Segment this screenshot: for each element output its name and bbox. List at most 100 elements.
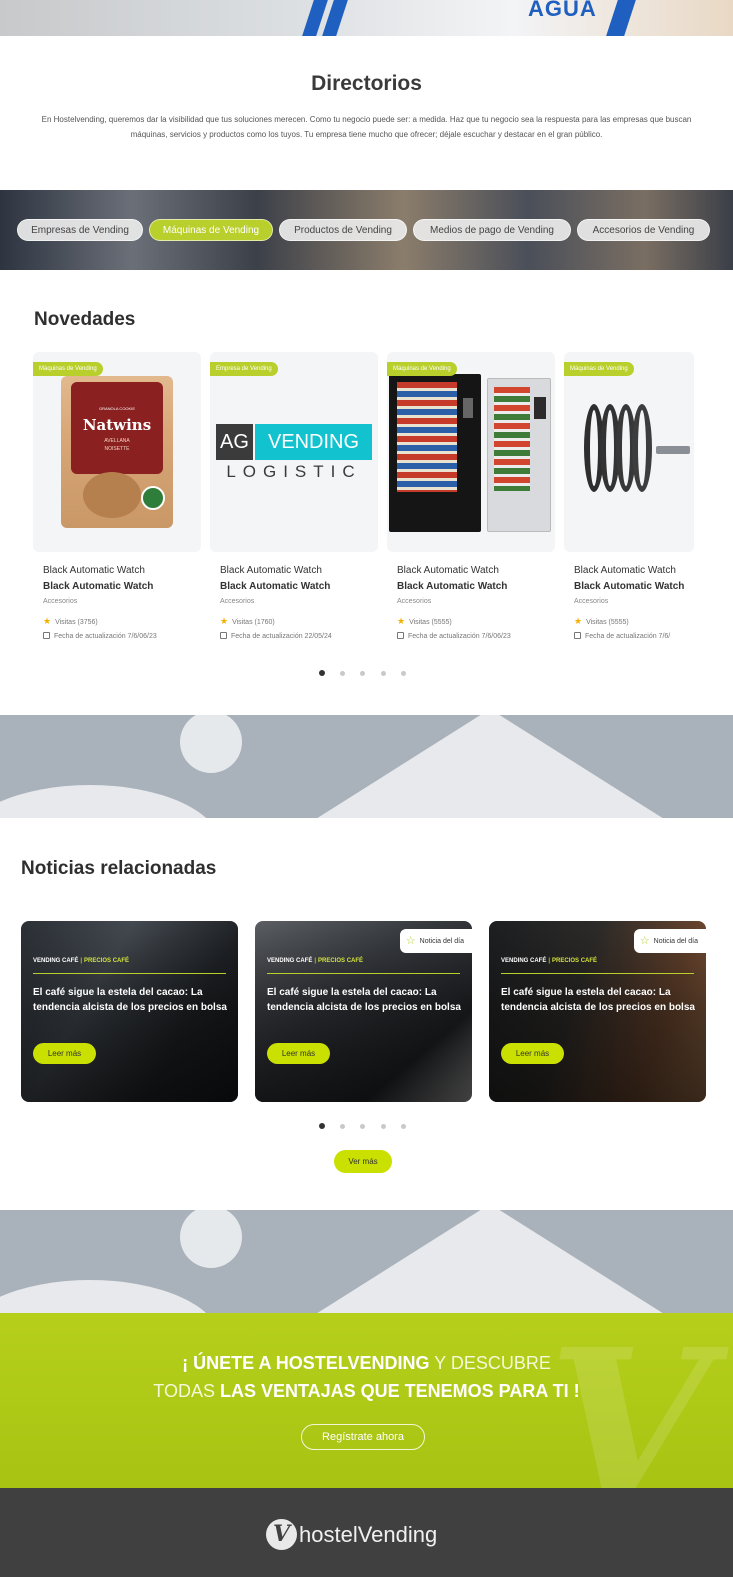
footer-logo[interactable]: VhostelVending xyxy=(266,1519,437,1553)
product-category: Accesorios xyxy=(220,598,255,605)
ver-mas-button[interactable]: Ver más xyxy=(334,1150,392,1173)
read-more-button[interactable]: Leer más xyxy=(33,1043,96,1064)
pagination-dot[interactable] xyxy=(401,1124,406,1129)
directorios-description: En Hostelvending, queremos dar la visibi… xyxy=(41,115,692,139)
natwins-brand: Natwins xyxy=(82,416,152,434)
star-icon: ★ xyxy=(397,616,406,626)
product-date: Fecha de actualización 7/6/ xyxy=(574,632,670,640)
register-button[interactable]: Regístrate ahora xyxy=(301,1424,425,1450)
noticias-pagination xyxy=(319,1123,419,1132)
pagination-dot[interactable] xyxy=(401,671,406,676)
day-badge-text: Noticia del día xyxy=(419,938,464,945)
calendar-icon xyxy=(43,632,50,639)
news-day-badge: ☆ Noticia del día xyxy=(399,929,472,953)
cta-line-1: ¡ ÚNETE A HOSTELVENDING Y DESCUBRE xyxy=(0,1353,733,1374)
product-card[interactable]: Máquinas de Vending Black Automatic Watc… xyxy=(387,352,555,647)
product-card[interactable]: Máquinas de Vending GRANOLA COOKIE Natwi… xyxy=(33,352,201,647)
pagination-dot[interactable] xyxy=(319,1123,325,1129)
pagination-dot[interactable] xyxy=(381,671,386,676)
pagination-dot[interactable] xyxy=(340,1124,345,1129)
coil-accessory xyxy=(580,404,690,494)
product-image: Máquinas de Vending xyxy=(564,352,694,552)
news-card[interactable]: VENDING CAFÉ | PRECIOS CAFÉ El café sigue … xyxy=(21,921,238,1102)
product-card[interactable]: Máquinas de Vending Black Automatic Watc… xyxy=(564,352,733,647)
category-pill-medios-pago[interactable]: Medios de pago de Vending xyxy=(413,219,571,241)
date-text: Fecha de actualización 7/6/ xyxy=(585,633,671,640)
product-category: Accesorios xyxy=(574,598,609,605)
news-tags: VENDING CAFÉ | PRECIOS CAFÉ xyxy=(267,958,363,964)
product-date: Fecha de actualización 7/6/06/23 xyxy=(43,632,157,640)
product-visits: ★ Visitas (5555) xyxy=(397,616,452,627)
pagination-dot[interactable] xyxy=(360,1124,365,1129)
category-badge: Máquinas de Vending xyxy=(387,362,457,376)
news-day-badge: ☆ Noticia del día xyxy=(633,929,706,953)
cta-bold-text: ¡ ÚNETE A HOSTELVENDING xyxy=(182,1353,430,1373)
date-text: Fecha de actualización 7/6/06/23 xyxy=(408,633,511,640)
calendar-icon xyxy=(397,632,404,639)
news-title[interactable]: El café sigue la estela del cacao: La te… xyxy=(33,985,228,1032)
visits-text: Visitas (1760) xyxy=(232,619,275,626)
product-title[interactable]: Black Automatic Watch xyxy=(574,565,676,576)
product-visits: ★ Visitas (1760) xyxy=(220,616,275,627)
product-visits: ★ Visitas (3756) xyxy=(43,616,98,627)
star-outline-icon: ☆ xyxy=(405,935,416,947)
vending-machine-dark xyxy=(389,374,481,532)
novedades-pagination xyxy=(319,670,419,679)
news-card[interactable]: ☆ Noticia del día VENDING CAFÉ | PRECIOS CA… xyxy=(255,921,472,1102)
cta-bold-text: LAS VENTAJAS QUE TENEMOS PARA TI ! xyxy=(219,1381,580,1401)
top-banner: AGUA xyxy=(0,0,733,36)
news-divider xyxy=(267,973,460,974)
news-tag: PRECIOS CAFÉ xyxy=(318,958,364,964)
noticias-title: Noticias relacionadas xyxy=(21,858,217,879)
decor-circle xyxy=(180,1210,242,1268)
read-more-button[interactable]: Leer más xyxy=(267,1043,330,1064)
category-badge: Máquinas de Vending xyxy=(33,362,103,376)
news-tag: PRECIOS CAFÉ xyxy=(552,958,598,964)
news-tags: VENDING CAFÉ | PRECIOS CAFÉ xyxy=(33,958,129,964)
news-tag: VENDING CAFÉ xyxy=(501,958,547,964)
decor-blob xyxy=(0,785,220,818)
product-subtitle: Black Automatic Watch xyxy=(220,581,331,592)
banner-stripe xyxy=(604,0,638,36)
directorios-title: Directorios xyxy=(311,72,422,95)
category-pill-accesorios[interactable]: Accesorios de Vending xyxy=(577,219,710,241)
product-image: Máquinas de Vending xyxy=(387,352,555,552)
category-pill-maquinas[interactable]: Máquinas de Vending xyxy=(149,219,273,241)
pagination-dot[interactable] xyxy=(340,671,345,676)
product-date: Fecha de actualización 22/05/24 xyxy=(220,632,332,640)
decorative-band xyxy=(0,1210,733,1313)
news-title[interactable]: El café sigue la estela del cacao: La te… xyxy=(267,985,462,1032)
join-cta: V ¡ ÚNETE A HOSTELVENDING Y DESCUBRE TOD… xyxy=(0,1313,733,1488)
read-more-button[interactable]: Leer más xyxy=(501,1043,564,1064)
calendar-icon xyxy=(574,632,581,639)
news-title[interactable]: El café sigue la estela del cacao: La te… xyxy=(501,985,696,1032)
news-card[interactable]: ☆ Noticia del día VENDING CAFÉ | PRECIOS CA… xyxy=(489,921,706,1102)
category-strip: Empresas de Vending Máquinas de Vending … xyxy=(0,190,733,270)
pagination-dot[interactable] xyxy=(381,1124,386,1129)
product-title[interactable]: Black Automatic Watch xyxy=(220,565,322,576)
date-text: Fecha de actualización 7/6/06/23 xyxy=(54,633,157,640)
product-category: Accesorios xyxy=(43,598,78,605)
product-card[interactable]: Empresa de Vending AG VENDING LOGISTIC B… xyxy=(210,352,378,647)
star-icon: ★ xyxy=(574,616,583,626)
date-text: Fecha de actualización 22/05/24 xyxy=(231,633,332,640)
pagination-dot[interactable] xyxy=(360,671,365,676)
product-title[interactable]: Black Automatic Watch xyxy=(397,565,499,576)
hostelvending-logo-icon: V xyxy=(266,1519,297,1550)
natwins-flavor: NOISETTE xyxy=(104,446,130,452)
category-pill-productos[interactable]: Productos de Vending xyxy=(279,219,407,241)
category-badge: Empresa de Vending xyxy=(210,362,278,376)
natwins-flavor: AVELLANA xyxy=(104,438,130,444)
banner-text: AGUA xyxy=(528,0,597,21)
decor-blob xyxy=(0,1280,220,1313)
category-pill-empresas[interactable]: Empresas de Vending xyxy=(17,219,143,241)
news-tag: PRECIOS CAFÉ xyxy=(84,958,130,964)
footer-logo-text: hostelVending xyxy=(299,1521,438,1547)
product-title[interactable]: Black Automatic Watch xyxy=(43,565,145,576)
novedades-title: Novedades xyxy=(34,309,136,330)
cta-text: TODAS xyxy=(153,1381,220,1401)
pagination-dot[interactable] xyxy=(319,670,325,676)
ag-logo-logistic: LOGISTIC xyxy=(226,462,362,481)
cta-line-2: TODAS LAS VENTAJAS QUE TENEMOS PARA TI ! xyxy=(0,1381,733,1402)
vending-machine-light xyxy=(487,378,551,532)
